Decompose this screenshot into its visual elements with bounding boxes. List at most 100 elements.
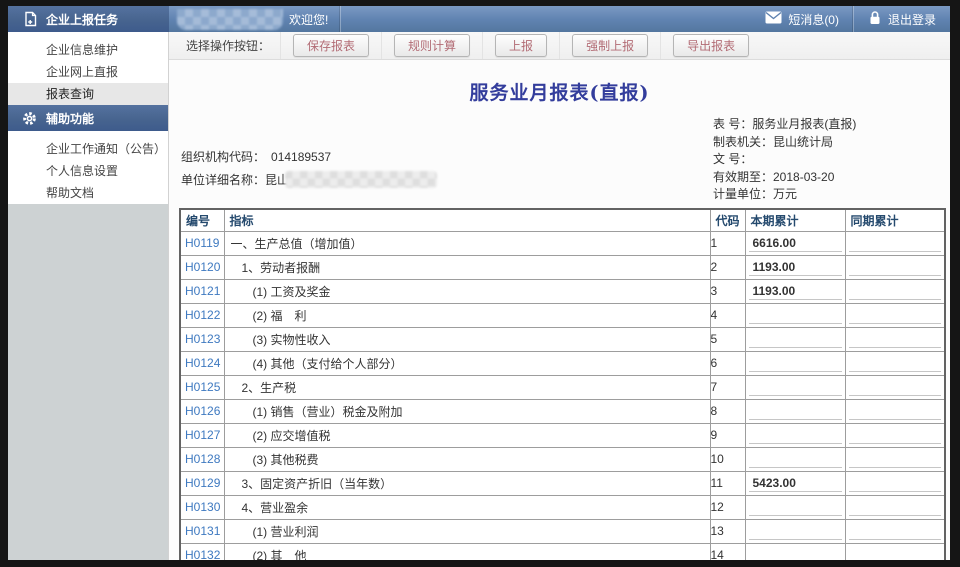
same-period-input[interactable] xyxy=(849,498,942,516)
same-period-input[interactable] xyxy=(849,258,942,276)
same-period-input[interactable] xyxy=(849,282,942,300)
current-period-input[interactable]: 6616.00 xyxy=(749,234,842,252)
messages-button[interactable]: 短消息(0) xyxy=(751,6,853,32)
row-code-link[interactable]: H0123 xyxy=(181,332,220,346)
rule-calculate-button[interactable]: 规则计算 xyxy=(394,34,470,57)
table-row: H01201、劳动者报酬21193.00 xyxy=(180,255,945,279)
save-report-button[interactable]: 保存报表 xyxy=(293,34,369,57)
sidebar-item-enterprise-online-report[interactable]: 企业网上直报 xyxy=(8,61,168,83)
top-header-bar: 企业上报任务 欢迎您! 短消息(0) xyxy=(8,6,950,32)
current-period-input[interactable] xyxy=(749,498,842,516)
row-indicator: (2) 其 他 xyxy=(225,547,710,561)
current-period-input[interactable]: 1193.00 xyxy=(749,282,842,300)
row-indicator: (4) 其他（支付给个人部分） xyxy=(225,355,710,372)
row-indicator: (2) 应交增值税 xyxy=(225,427,710,444)
same-period-input[interactable] xyxy=(849,402,942,420)
sidebar-section-title: 辅助功能 xyxy=(46,110,94,127)
screenshot-root: { "colors": { "topbar_blue": "#5f82b0", … xyxy=(0,0,960,567)
row-indicator: (1) 工资及奖金 xyxy=(225,283,710,300)
welcome-text: 欢迎您! xyxy=(289,11,328,28)
report-body: 服务业月报表(直报) 表 号：服务业月报表(直报)制表机关：昆山统计局文 号：有… xyxy=(169,60,950,560)
current-period-input[interactable] xyxy=(749,522,842,540)
current-period-input[interactable] xyxy=(749,450,842,468)
row-code-link[interactable]: H0127 xyxy=(181,428,220,442)
current-period-input[interactable] xyxy=(749,354,842,372)
current-period-input[interactable] xyxy=(749,330,842,348)
current-period-input[interactable]: 5423.00 xyxy=(749,474,842,492)
current-period-input[interactable] xyxy=(749,378,842,396)
row-indicator: (1) 营业利润 xyxy=(225,523,710,540)
row-code-link[interactable]: H0132 xyxy=(181,548,220,560)
same-period-input[interactable] xyxy=(849,234,942,252)
toolbar-slot: 保存报表 xyxy=(280,32,381,59)
table-row: H01252、生产税7 xyxy=(180,375,945,399)
toolbar-label: 选择操作按钮： xyxy=(169,32,280,59)
logout-label: 退出登录 xyxy=(888,11,936,28)
sidebar-item-help-docs[interactable]: 帮助文档 xyxy=(8,182,168,204)
column-header: 编号 xyxy=(180,209,224,231)
row-indicator: 3、固定资产折旧（当年数） xyxy=(225,475,710,492)
logout-button[interactable]: 退出登录 xyxy=(854,6,950,32)
same-period-input[interactable] xyxy=(849,426,942,444)
row-code-link[interactable]: H0125 xyxy=(181,380,220,394)
sidebar-item-work-notice[interactable]: 企业工作通知（公告） xyxy=(8,138,168,160)
row-code-link[interactable]: H0129 xyxy=(181,476,220,490)
sidebar-item-report-query[interactable]: 报表查询 xyxy=(8,83,168,105)
export-report-button[interactable]: 导出报表 xyxy=(673,34,749,57)
envelope-icon xyxy=(765,11,782,27)
current-period-input[interactable] xyxy=(749,306,842,324)
unit-name-label: 单位详细名称： xyxy=(181,173,265,187)
sidebar-section-header-aux-functions[interactable]: 辅助功能 xyxy=(8,105,168,131)
sidebar-filler xyxy=(8,204,168,560)
same-period-input[interactable] xyxy=(849,378,942,396)
current-period-input[interactable]: 1193.00 xyxy=(749,258,842,276)
row-seq: 10 xyxy=(710,447,745,471)
row-code-link[interactable]: H0128 xyxy=(181,452,220,466)
app-window: 企业上报任务 欢迎您! 短消息(0) xyxy=(8,6,950,560)
toolbar-slot: 上报 xyxy=(482,32,559,59)
row-seq: 9 xyxy=(710,423,745,447)
toolbar-slot: 导出报表 xyxy=(660,32,761,59)
sidebar-item-enterprise-info-maintenance[interactable]: 企业信息维护 xyxy=(8,39,168,61)
report-meta-line: 计量单位：万元 xyxy=(713,186,856,204)
row-code-link[interactable]: H0124 xyxy=(181,356,220,370)
page-title: 服务业月报表(直报) xyxy=(169,78,950,105)
row-seq: 6 xyxy=(710,351,745,375)
row-code-link[interactable]: H0131 xyxy=(181,524,220,538)
report-meta-line: 有效期至：2018-03-20 xyxy=(713,169,856,187)
current-period-input[interactable] xyxy=(749,546,842,561)
same-period-input[interactable] xyxy=(849,306,942,324)
top-bar: 欢迎您! 短消息(0) xyxy=(169,6,950,32)
row-seq: 12 xyxy=(710,495,745,519)
sidebar-item-personal-settings[interactable]: 个人信息设置 xyxy=(8,160,168,182)
current-period-input[interactable] xyxy=(749,426,842,444)
content-area: 选择操作按钮： 保存报表 规则计算 上报 强制上报 导出报表 服务业月报表(直报) 表 … xyxy=(169,32,950,560)
lock-icon xyxy=(868,10,882,28)
row-code-link[interactable]: H0120 xyxy=(181,260,220,274)
row-code-link[interactable]: H0126 xyxy=(181,404,220,418)
submit-button[interactable]: 上报 xyxy=(495,34,547,57)
row-code-link[interactable]: H0121 xyxy=(181,284,220,298)
messages-label: 短消息(0) xyxy=(788,11,839,28)
same-period-input[interactable] xyxy=(849,330,942,348)
same-period-input[interactable] xyxy=(849,522,942,540)
row-indicator: (3) 实物性收入 xyxy=(225,331,710,348)
same-period-input[interactable] xyxy=(849,354,942,372)
same-period-input[interactable] xyxy=(849,450,942,468)
row-code-link[interactable]: H0130 xyxy=(181,500,220,514)
sidebar-section-header-report-tasks[interactable]: 企业上报任务 xyxy=(8,6,169,32)
org-code-line: 组织机构代码：014189537 xyxy=(181,146,437,169)
table-row: H0128(3) 其他税费10 xyxy=(180,447,945,471)
table-header-row: 编号指标代码本期累计同期累计 xyxy=(180,209,945,231)
same-period-input[interactable] xyxy=(849,474,942,492)
row-seq: 14 xyxy=(710,543,745,560)
same-period-input[interactable] xyxy=(849,546,942,561)
redacted-username xyxy=(177,9,283,30)
row-code-link[interactable]: H0119 xyxy=(181,236,219,250)
row-code-link[interactable]: H0122 xyxy=(181,308,220,322)
current-period-input[interactable] xyxy=(749,402,842,420)
row-indicator: 1、劳动者报酬 xyxy=(225,259,710,276)
report-meta-block: 表 号：服务业月报表(直报)制表机关：昆山统计局文 号：有效期至：2018-03… xyxy=(713,116,856,204)
force-submit-button[interactable]: 强制上报 xyxy=(572,34,648,57)
org-code-label: 组织机构代码： xyxy=(181,150,265,164)
